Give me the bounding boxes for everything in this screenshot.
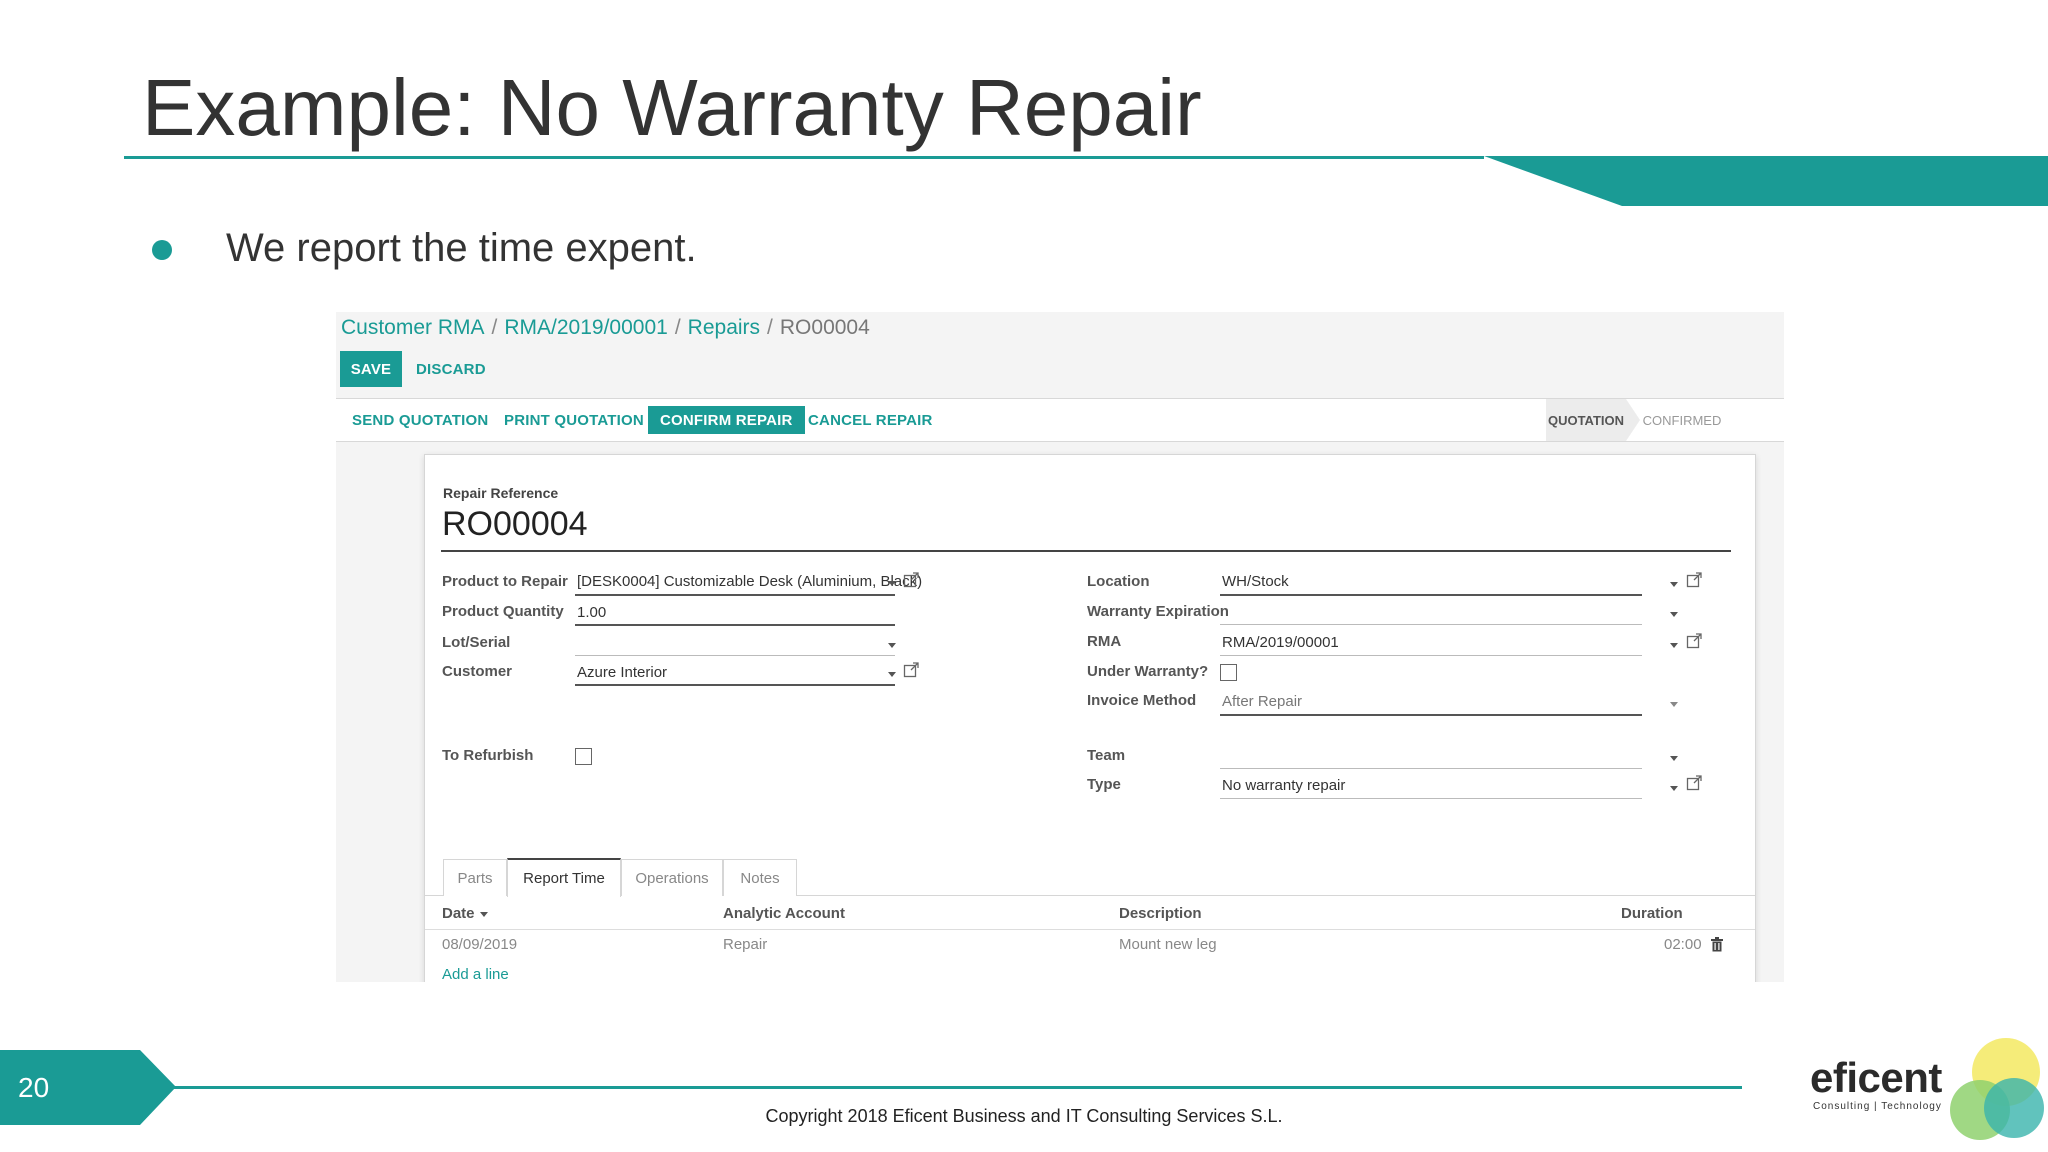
location-underline [1220, 594, 1642, 596]
tab-notes[interactable]: Notes [723, 859, 797, 896]
reference-label: Repair Reference [443, 485, 559, 501]
tab-parts[interactable]: Parts [443, 859, 507, 896]
slide-title: Example: No Warranty Repair [142, 63, 1202, 152]
under-warranty-checkbox[interactable] [1220, 664, 1237, 681]
bullet-dot [152, 240, 172, 260]
invoice-method-underline [1220, 714, 1642, 716]
odoo-repair-form-screenshot: Customer RMA / RMA/2019/00001 / Repairs / RO00… [336, 312, 1784, 982]
warranty-expiration-underline [1220, 624, 1642, 625]
product-underline [575, 594, 895, 596]
quantity-underline [575, 624, 895, 626]
reference-input[interactable]: RO00004 [442, 505, 588, 544]
page-number: 20 [18, 1072, 50, 1103]
row-description[interactable]: Mount new leg [1119, 936, 1217, 953]
stage-confirmed[interactable]: CONFIRMED [1632, 399, 1732, 441]
reference-underline [441, 550, 1731, 552]
add-line-link[interactable]: Add a line [442, 966, 509, 982]
lot-label: Lot/Serial [442, 634, 511, 651]
copyright-text: Copyright 2018 Eficent Business and IT C… [765, 1106, 1283, 1126]
refurbish-checkbox[interactable] [575, 748, 592, 765]
invoice-method-select[interactable]: After Repair [1222, 693, 1302, 710]
external-link-icon[interactable] [1686, 633, 1702, 649]
trash-icon[interactable] [1711, 937, 1723, 952]
stage-quotation[interactable]: QUOTATION [1546, 399, 1626, 441]
product-label: Product to Repair [442, 573, 568, 590]
title-accent-band [1484, 156, 2048, 206]
external-link-icon[interactable] [903, 572, 919, 588]
column-header-description[interactable]: Description [1119, 905, 1202, 922]
breadcrumb: Customer RMA / RMA/2019/00001 / Repairs / RO00… [341, 316, 870, 340]
title-underline [124, 156, 1484, 159]
breadcrumb-repairs[interactable]: Repairs [688, 316, 760, 339]
column-header-date[interactable]: Date [442, 905, 488, 922]
external-link-icon[interactable] [1686, 572, 1702, 588]
location-label: Location [1087, 573, 1150, 590]
under-warranty-label: Under Warranty? [1087, 663, 1209, 680]
breadcrumb-current: RO00004 [779, 316, 870, 339]
invoice-method-label: Invoice Method [1087, 692, 1197, 709]
breadcrumb-separator: / [767, 316, 773, 339]
chevron-down-icon[interactable] [1670, 702, 1678, 707]
discard-button[interactable]: DISCARD [416, 351, 486, 387]
logo-tagline: Consulting | Technology [1813, 1101, 1942, 1112]
column-header-duration[interactable]: Duration [1621, 905, 1683, 922]
row-date[interactable]: 08/09/2019 [442, 936, 517, 953]
quantity-label: Product Quantity [442, 603, 564, 620]
rma-field[interactable]: RMA/2019/00001 [1222, 634, 1339, 651]
product-field[interactable]: [DESK0004] Customizable Desk (Aluminium,… [577, 573, 922, 590]
external-link-icon[interactable] [1686, 775, 1702, 791]
type-label: Type [1087, 776, 1121, 793]
customer-label: Customer [442, 663, 513, 680]
status-bar: SEND QUOTATION PRINT QUOTATION CONFIRM R… [336, 398, 1784, 442]
team-label: Team [1087, 747, 1126, 764]
chevron-down-icon[interactable] [888, 672, 896, 677]
type-underline [1220, 798, 1642, 799]
chevron-down-icon[interactable] [1670, 756, 1678, 761]
customer-field[interactable]: Azure Interior [577, 664, 667, 681]
external-link-icon[interactable] [903, 662, 919, 678]
save-button[interactable]: SAVE [340, 351, 402, 387]
customer-underline [575, 684, 895, 686]
cancel-repair-button[interactable]: CANCEL REPAIR [808, 399, 933, 441]
warranty-expiration-label: Warranty Expiration [1087, 603, 1229, 620]
eficent-logo-icon [1950, 1038, 2044, 1140]
send-quotation-button[interactable]: SEND QUOTATION [352, 399, 488, 441]
tab-operations[interactable]: Operations [621, 859, 723, 896]
chevron-down-icon[interactable] [1670, 643, 1678, 648]
chevron-down-icon[interactable] [1670, 786, 1678, 791]
row-duration[interactable]: 02:00 [1664, 936, 1702, 953]
rma-label: RMA [1087, 633, 1122, 650]
chevron-down-icon[interactable] [888, 581, 896, 586]
tab-report-time[interactable]: Report Time [507, 858, 621, 897]
bullet-text: We report the time expent. [226, 226, 697, 270]
form-sheet: Repair Reference RO00004 Product to Repa… [424, 454, 1756, 982]
column-header-date-label: Date [442, 905, 475, 922]
breadcrumb-separator: / [491, 316, 498, 339]
lot-underline [575, 655, 895, 656]
refurbish-label: To Refurbish [442, 747, 534, 764]
type-field[interactable]: No warranty repair [1222, 777, 1345, 794]
breadcrumb-rma[interactable]: RMA/2019/00001 [504, 316, 667, 339]
location-field[interactable]: WH/Stock [1222, 573, 1289, 590]
rma-underline [1220, 655, 1642, 656]
breadcrumb-customer-rma[interactable]: Customer RMA [341, 316, 485, 339]
quantity-field[interactable]: 1.00 [577, 604, 606, 621]
sort-down-icon [480, 912, 488, 917]
team-underline [1220, 768, 1642, 769]
confirm-repair-button[interactable]: CONFIRM REPAIR [648, 406, 805, 434]
breadcrumb-separator: / [674, 316, 681, 339]
chevron-down-icon[interactable] [1670, 612, 1678, 617]
column-header-account[interactable]: Analytic Account [723, 905, 845, 922]
chevron-down-icon[interactable] [888, 643, 896, 648]
row-account[interactable]: Repair [723, 936, 767, 953]
logo-wordmark: eficent [1810, 1054, 1942, 1101]
print-quotation-button[interactable]: PRINT QUOTATION [504, 399, 644, 441]
table-header-divider [425, 929, 1755, 930]
footer-line [170, 1086, 1742, 1089]
chevron-down-icon[interactable] [1670, 582, 1678, 587]
